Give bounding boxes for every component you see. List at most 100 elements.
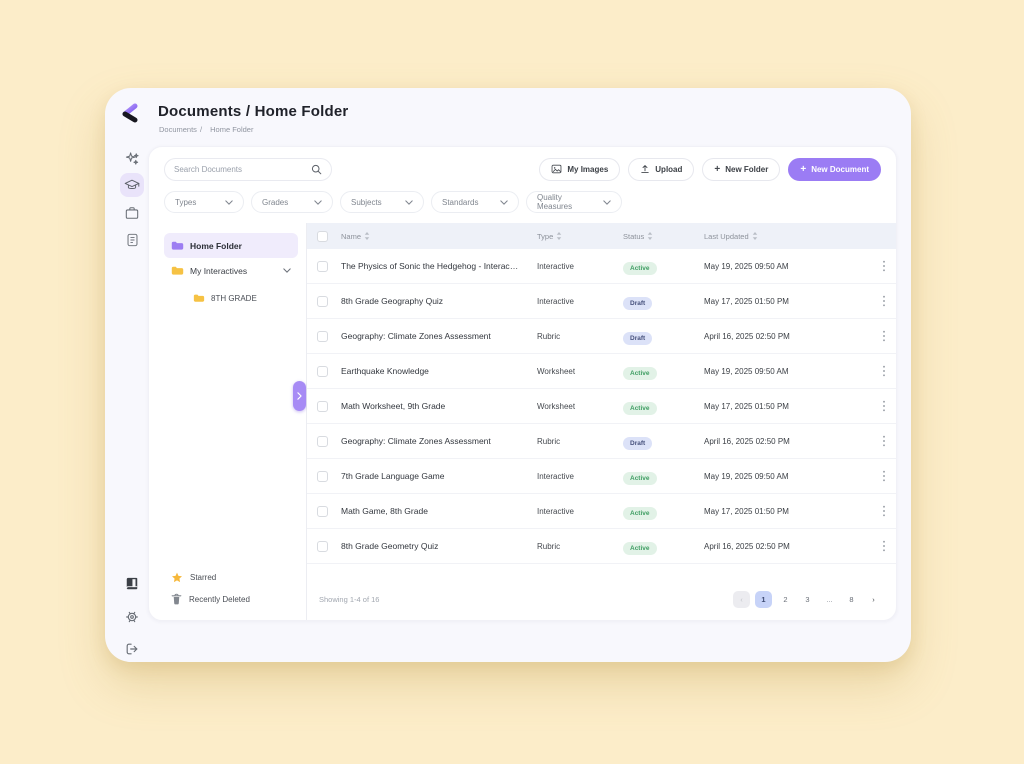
row-menu-icon[interactable] (872, 435, 896, 447)
table-row[interactable]: 8th Grade Geometry Quiz Rubric Active Ap… (307, 529, 896, 564)
breadcrumb-current: Home Folder (210, 125, 253, 134)
row-menu-icon[interactable] (872, 400, 896, 412)
app-logo-icon (118, 102, 142, 126)
folder-icon (193, 294, 205, 303)
doc-updated: May 19, 2025 09:50 AM (704, 367, 864, 376)
table-row[interactable]: 7th Grade Language Game Interactive Acti… (307, 459, 896, 494)
folder-item-home[interactable]: Home Folder (164, 233, 298, 258)
doc-updated: May 17, 2025 01:50 PM (704, 402, 864, 411)
logout-icon[interactable] (120, 637, 144, 661)
row-checkbox[interactable] (317, 261, 328, 272)
row-checkbox[interactable] (317, 366, 328, 377)
table-row[interactable]: Geography: Climate Zones Assessment Rubr… (307, 319, 896, 354)
prev-page-button[interactable]: ‹ (733, 591, 750, 608)
row-checkbox[interactable] (317, 471, 328, 482)
starred-item[interactable]: Starred (164, 566, 298, 588)
filter-standards[interactable]: Standards (431, 191, 519, 213)
row-checkbox[interactable] (317, 436, 328, 447)
library-book-icon[interactable] (120, 572, 144, 596)
doc-name: Geography: Climate Zones Assessment (341, 436, 529, 446)
column-header-type[interactable]: Type (537, 232, 615, 241)
page-button-2[interactable]: 2 (777, 591, 794, 608)
doc-updated: April 16, 2025 02:50 PM (704, 332, 864, 341)
upload-button[interactable]: Upload (628, 158, 694, 181)
folder-tree: Home Folder My Interactives 8TH GRADE (164, 233, 298, 311)
doc-name: The Physics of Sonic the Hedgehog - Inte… (341, 261, 529, 271)
row-menu-icon[interactable] (872, 365, 896, 377)
filter-subjects[interactable]: Subjects (340, 191, 424, 213)
doc-type: Rubric (537, 437, 615, 446)
folder-icon (171, 241, 184, 251)
table-row[interactable]: Math Game, 8th Grade Interactive Active … (307, 494, 896, 529)
row-checkbox[interactable] (317, 331, 328, 342)
doc-type: Rubric (537, 542, 615, 551)
ai-sparkles-icon[interactable] (120, 146, 144, 170)
filter-quality-measures[interactable]: Quality Measures (526, 191, 622, 213)
sort-icon (364, 232, 370, 240)
upload-label: Upload (655, 165, 682, 174)
briefcase-icon[interactable] (120, 201, 144, 225)
column-header-name[interactable]: Name (341, 232, 529, 241)
status-badge: Active (623, 542, 657, 555)
column-header-status[interactable]: Status (623, 232, 696, 241)
starred-label: Starred (190, 573, 216, 582)
recently-deleted-item[interactable]: Recently Deleted (164, 588, 298, 610)
my-images-button[interactable]: My Images (539, 158, 620, 181)
new-document-button[interactable]: + New Document (788, 158, 881, 181)
pagination: ‹ 1 2 3 ... 8 › (733, 591, 882, 608)
doc-updated: May 17, 2025 01:50 PM (704, 297, 864, 306)
status-badge: Draft (623, 437, 652, 450)
filter-types[interactable]: Types (164, 191, 244, 213)
row-menu-icon[interactable] (872, 260, 896, 272)
breadcrumb-root[interactable]: Documents (159, 125, 197, 134)
filter-grades[interactable]: Grades (251, 191, 333, 213)
folder-item-my-interactives[interactable]: My Interactives (164, 258, 298, 283)
doc-updated: May 17, 2025 01:50 PM (704, 507, 864, 516)
doc-type: Interactive (537, 297, 615, 306)
row-checkbox[interactable] (317, 541, 328, 552)
search-box[interactable] (164, 158, 332, 181)
row-checkbox[interactable] (317, 401, 328, 412)
table-row[interactable]: Math Worksheet, 9th Grade Worksheet Acti… (307, 389, 896, 424)
row-menu-icon[interactable] (872, 505, 896, 517)
row-checkbox[interactable] (317, 506, 328, 517)
breadcrumb-separator: / (200, 125, 202, 134)
page-button-3[interactable]: 3 (799, 591, 816, 608)
status-badge: Active (623, 402, 657, 415)
settings-gear-icon[interactable] (120, 605, 144, 629)
doc-updated: May 19, 2025 09:50 AM (704, 262, 864, 271)
page-button-1[interactable]: 1 (755, 591, 772, 608)
search-input[interactable] (174, 165, 311, 174)
table-row[interactable]: Earthquake Knowledge Worksheet Active Ma… (307, 354, 896, 389)
folder-icon (171, 266, 184, 276)
column-header-last-updated[interactable]: Last Updated (704, 232, 864, 241)
row-menu-icon[interactable] (872, 295, 896, 307)
row-checkbox[interactable] (317, 296, 328, 307)
doc-type: Worksheet (537, 402, 615, 411)
sort-icon (556, 232, 562, 240)
chevron-down-icon (603, 200, 611, 205)
documents-icon[interactable] (120, 228, 144, 252)
next-page-button[interactable]: › (865, 591, 882, 608)
table-row[interactable]: The Physics of Sonic the Hedgehog - Inte… (307, 249, 896, 284)
panel-collapse-handle[interactable] (293, 381, 306, 411)
doc-type: Rubric (537, 332, 615, 341)
row-menu-icon[interactable] (872, 540, 896, 552)
folder-label: My Interactives (190, 266, 247, 276)
new-folder-label: New Folder (725, 165, 768, 174)
select-all-checkbox[interactable] (317, 231, 328, 242)
row-menu-icon[interactable] (872, 330, 896, 342)
table-row[interactable]: Geography: Climate Zones Assessment Rubr… (307, 424, 896, 459)
folder-item-8th-grade[interactable]: 8TH GRADE (186, 286, 298, 311)
courses-graduation-cap-icon[interactable] (120, 173, 144, 197)
filter-label: Quality Measures (537, 193, 595, 211)
new-folder-button[interactable]: + New Folder (702, 158, 780, 181)
row-menu-icon[interactable] (872, 470, 896, 482)
doc-type: Interactive (537, 507, 615, 516)
status-badge: Active (623, 262, 657, 275)
page-button-8[interactable]: 8 (843, 591, 860, 608)
table-row[interactable]: 8th Grade Geography Quiz Interactive Dra… (307, 284, 896, 319)
table-header: Name Type Status Last Updated (307, 223, 896, 249)
chevron-down-icon[interactable] (283, 268, 291, 273)
folder-utilities: Starred Recently Deleted (164, 566, 298, 610)
